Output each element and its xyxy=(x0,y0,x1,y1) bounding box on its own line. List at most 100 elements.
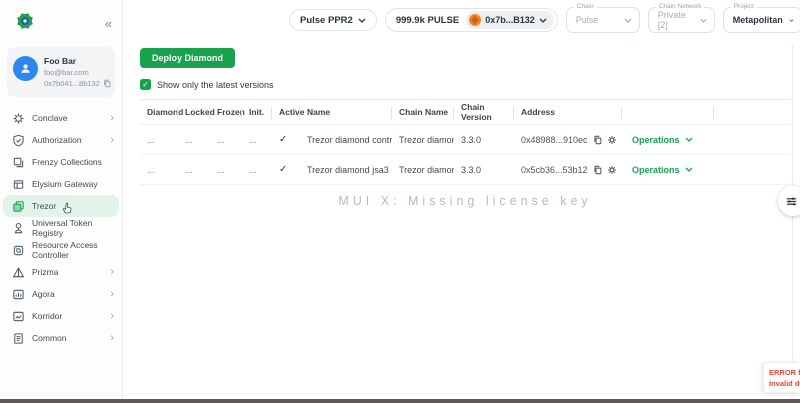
gear-icon[interactable] xyxy=(607,135,617,145)
sidebar-item-label: Conclave xyxy=(32,113,68,123)
user-email: foo@bar.com xyxy=(44,68,89,77)
checkbox-checked[interactable]: ✓ xyxy=(140,79,151,90)
cell-locked: ... xyxy=(185,134,193,145)
sidebar-item-authorization[interactable]: Authorization › xyxy=(0,129,122,151)
sidebar-item-label: Trezor xyxy=(32,201,57,211)
sidebar-item-elysium-gateway[interactable]: Elysium Gateway xyxy=(0,173,122,195)
column-header-locked[interactable]: Locked xyxy=(178,100,215,124)
collections-icon xyxy=(12,156,25,169)
user-wallet-address: 0x7b041...8b132 xyxy=(44,79,100,88)
cell-chain-name: Trezor diamond js... xyxy=(399,164,454,175)
document-icon xyxy=(12,332,25,345)
sidebar-item-prizma[interactable]: Prizma › xyxy=(0,261,122,283)
cell-frozen: ... xyxy=(217,164,225,175)
error-toast: ERROR fo Invalid do xyxy=(763,362,800,393)
error-toast-line2: Invalid do xyxy=(769,379,800,389)
column-label: Chain Version xyxy=(461,102,492,122)
operations-button[interactable]: Operations xyxy=(622,165,714,175)
project-select-value: Metapolitan xyxy=(732,15,783,25)
chevron-right-icon: › xyxy=(110,265,114,278)
chevron-right-icon: › xyxy=(110,111,114,124)
cell-chain-version: 3.3.0 xyxy=(461,134,482,145)
sidebar-nav: Conclave › Authorization › Frenzy Collec… xyxy=(0,107,122,349)
operations-label: Operations xyxy=(632,134,680,145)
column-header-init[interactable]: Init. xyxy=(242,100,272,124)
copy-icon[interactable] xyxy=(103,79,111,88)
filter-label: Show only the latest versions xyxy=(157,79,274,90)
gear-icon xyxy=(12,112,25,125)
sidebar-collapse-icon[interactable]: « xyxy=(105,17,112,30)
app-logo-gear-icon xyxy=(14,10,36,37)
column-label: Address xyxy=(521,107,556,117)
network-selector-label: Pulse PPR2 xyxy=(300,14,353,26)
project-select[interactable]: Project Metapolitan xyxy=(722,3,800,33)
active-check-icon: ✓ xyxy=(279,164,288,175)
tune-icon xyxy=(786,197,797,205)
column-header-chain-version[interactable]: Chain Version xyxy=(454,100,514,124)
column-header-active[interactable]: Active xyxy=(272,100,305,124)
chain-network-select[interactable]: Chain Network Private [2] xyxy=(647,3,715,33)
column-header-address[interactable]: Address xyxy=(514,100,622,124)
column-label: Init. xyxy=(249,107,265,117)
cell-chain-version: 3.3.0 xyxy=(461,164,482,175)
sidebar-item-trezor[interactable]: Trezor xyxy=(3,195,119,217)
sidebar-item-label: Resource Access Controller xyxy=(32,240,98,260)
project-select-label: Project xyxy=(730,3,757,11)
cell-chain-name: Trezor diamond co... xyxy=(399,134,454,145)
chevron-right-icon: › xyxy=(110,331,114,344)
chevron-down-icon xyxy=(358,18,366,23)
column-label: Chain Name xyxy=(399,107,449,117)
deploy-diamond-button[interactable]: Deploy Diamond xyxy=(140,48,236,68)
cell-frozen: ... xyxy=(217,134,225,145)
column-header-empty xyxy=(714,100,790,124)
table-row[interactable]: ... ... ... ... ✓ Trezor diamond contrac… xyxy=(140,125,790,155)
trezor-boxes-icon xyxy=(12,200,25,213)
topbar: Pulse PPR2 999.9k PULSE 0x7b...B132 Chai… xyxy=(123,0,800,40)
active-check-icon: ✓ xyxy=(279,134,288,145)
sidebar-item-label: Authorization xyxy=(32,135,82,145)
latest-versions-filter[interactable]: ✓ Show only the latest versions xyxy=(140,79,800,90)
diamonds-table: Diamond Locked Frozen Init. Active Name … xyxy=(140,99,790,185)
column-header-frozen[interactable]: Frozen xyxy=(210,100,245,124)
operations-button[interactable]: Operations xyxy=(622,135,714,145)
cell-locked: ... xyxy=(185,164,193,175)
network-selector-button[interactable]: Pulse PPR2 xyxy=(289,9,377,31)
settings-panel-toggle-button[interactable] xyxy=(778,186,800,216)
mouse-cursor xyxy=(62,202,73,216)
chain-network-select-value: Private [2] xyxy=(657,10,686,30)
sidebar-item-frenzy-collections[interactable]: Frenzy Collections xyxy=(0,151,122,173)
cell-init: ... xyxy=(249,164,257,175)
scrollbar-track xyxy=(792,45,793,395)
cell-diamond: ... xyxy=(147,164,155,175)
column-header-chain-name[interactable]: Chain Name xyxy=(392,100,454,124)
table-row[interactable]: ... ... ... ... ✓ Trezor diamond jsa3 Tr… xyxy=(140,155,790,185)
chevron-down-icon xyxy=(789,18,794,22)
error-toast-line1: ERROR fo xyxy=(769,368,800,377)
cell-diamond: ... xyxy=(147,134,155,145)
chevron-down-icon xyxy=(685,137,692,142)
bar-chart-icon xyxy=(12,288,25,301)
chain-select[interactable]: Chain Pulse xyxy=(565,3,640,33)
copy-icon[interactable] xyxy=(593,135,602,145)
cell-address: 0x48988...910ec xyxy=(521,134,588,145)
column-header-operations[interactable] xyxy=(622,100,714,124)
user-card: Foo Bar foo@bar.com 0x7b041...8b132 xyxy=(7,47,115,97)
wallet-account-button[interactable]: 0x7b...B132 xyxy=(466,11,554,29)
sidebar-item-resource-access-controller[interactable]: Resource Access Controller xyxy=(0,239,122,261)
column-header-diamond[interactable]: Diamond xyxy=(140,100,183,124)
chevron-down-icon xyxy=(624,18,632,23)
resource-controller-icon xyxy=(12,244,25,257)
column-header-name[interactable]: Name xyxy=(300,100,392,124)
operations-label: Operations xyxy=(632,164,680,175)
sidebar-item-conclave[interactable]: Conclave › xyxy=(0,107,122,129)
sidebar-item-universal-token-registry[interactable]: Universal Token Registry xyxy=(0,217,122,239)
sidebar-item-label: Agora xyxy=(32,289,55,299)
sidebar-item-common[interactable]: Common › xyxy=(0,327,122,349)
copy-icon[interactable] xyxy=(593,165,602,175)
chevron-right-icon: › xyxy=(110,309,114,322)
gear-icon[interactable] xyxy=(607,165,617,175)
sidebar-item-agora[interactable]: Agora › xyxy=(0,283,122,305)
metamask-icon xyxy=(469,14,482,26)
sidebar-item-korridor[interactable]: Korridor › xyxy=(0,305,122,327)
chevron-right-icon: › xyxy=(110,287,114,300)
